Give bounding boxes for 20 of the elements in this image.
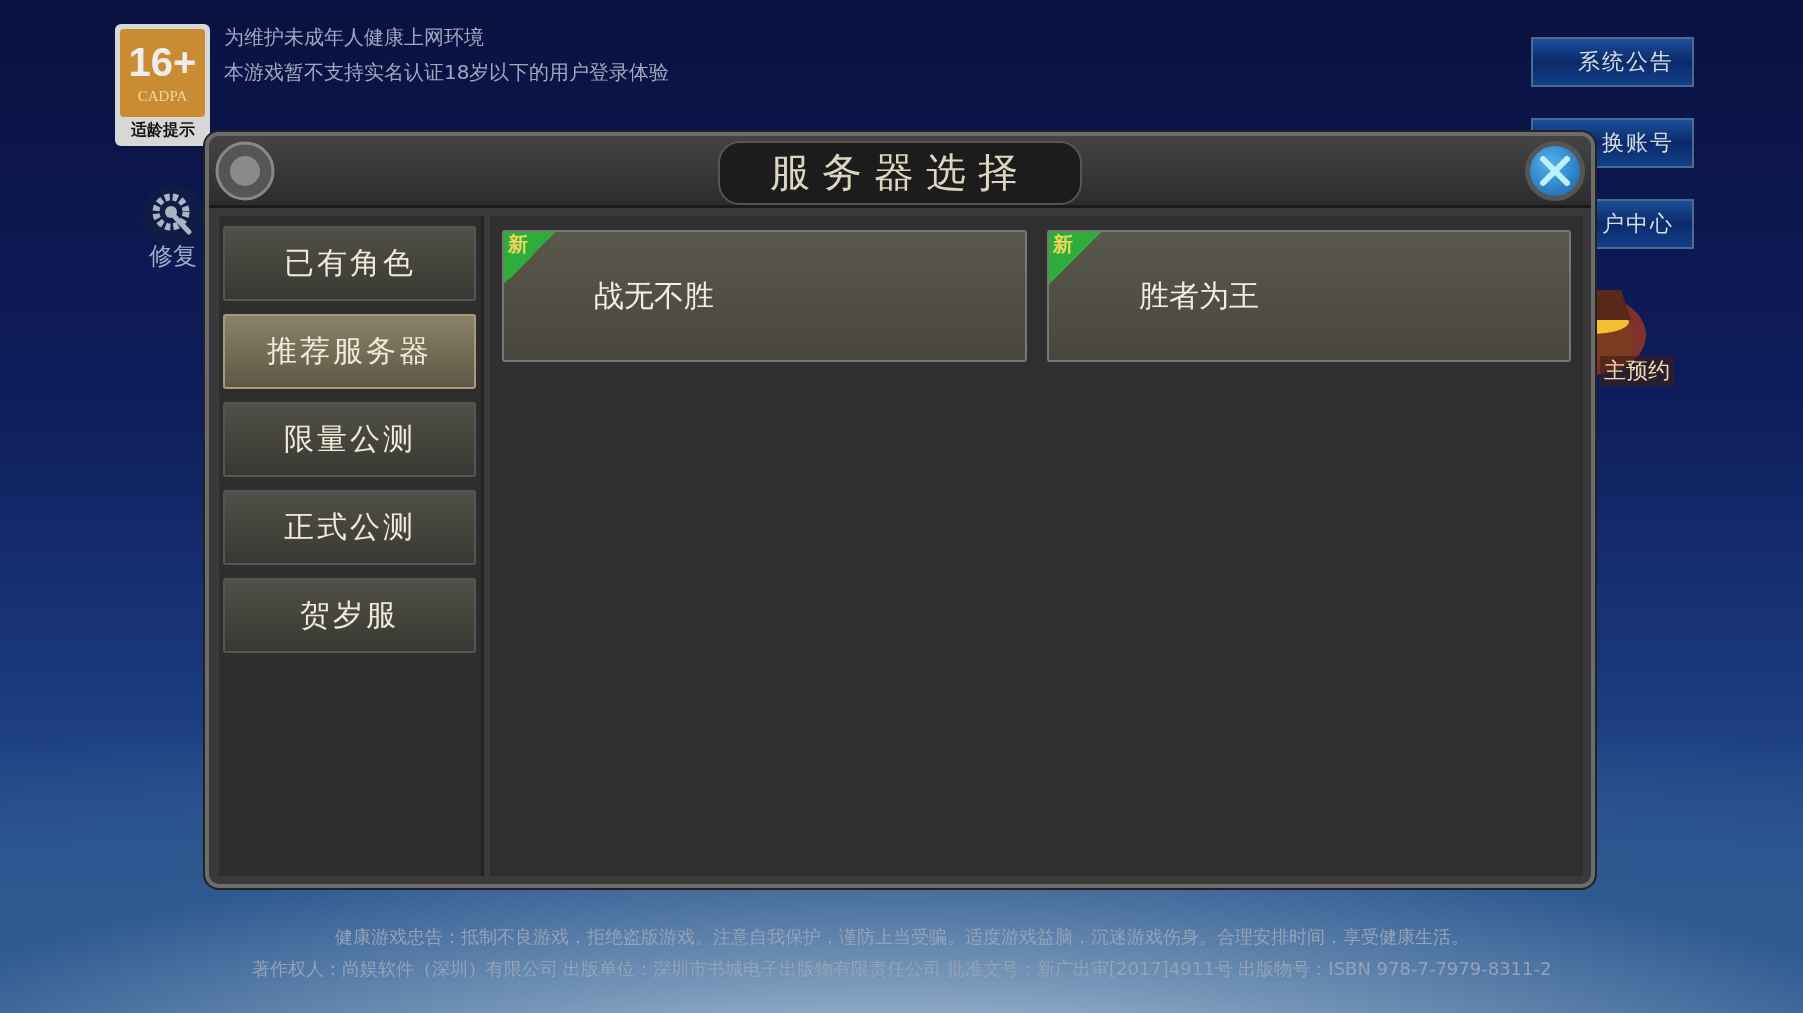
- server-category-tab[interactable]: 正式公测: [223, 490, 476, 565]
- new-ribbon: 新: [504, 232, 556, 284]
- rating-org: CADPA: [137, 87, 188, 105]
- server-category-tab[interactable]: 已有角色: [223, 226, 476, 301]
- age-notice-text: 为维护未成年人健康上网环境: [224, 24, 485, 51]
- knob-icon: [215, 140, 275, 201]
- server-card[interactable]: 新 战无不胜: [502, 230, 1027, 362]
- server-category-tab[interactable]: 限量公测: [223, 402, 476, 477]
- server-category-tab[interactable]: 贺岁服: [223, 578, 476, 653]
- repair-label[interactable]: 修复: [148, 240, 197, 272]
- server-category-tab[interactable]: 推荐服务器: [223, 314, 476, 389]
- new-ribbon: 新: [1048, 232, 1101, 284]
- reservation-label[interactable]: 主预约: [1600, 356, 1674, 386]
- server-card[interactable]: 新 胜者为王: [1046, 230, 1571, 362]
- close-icon: [1538, 153, 1572, 188]
- side-menu-button[interactable]: 系统公告: [1531, 37, 1694, 87]
- age-rating: 16+: [128, 41, 197, 82]
- dialog-title: 服务器选择: [718, 140, 1082, 205]
- badge-caption: 适龄提示: [130, 120, 195, 141]
- age-notice-text: 本游戏暂不支持实名认证18岁以下的用户登录体验: [224, 59, 670, 86]
